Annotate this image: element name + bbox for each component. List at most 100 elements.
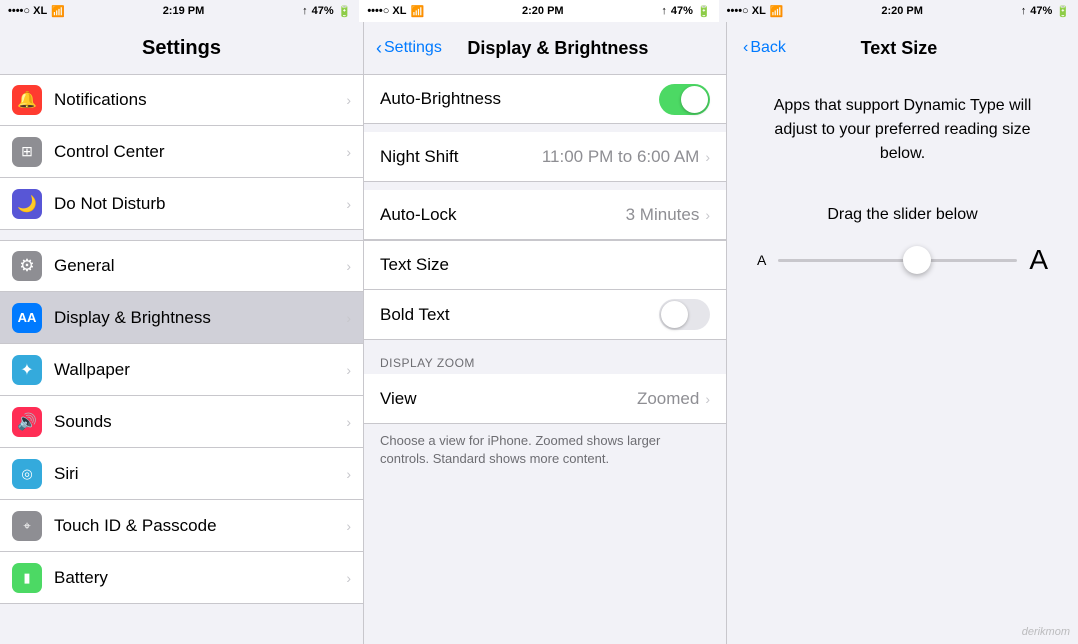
sidebar-item-battery[interactable]: ▮ Battery › bbox=[0, 552, 363, 604]
auto-lock-item[interactable]: Auto-Lock 3 Minutes › bbox=[364, 190, 726, 240]
wallpaper-icon: ✦ bbox=[12, 355, 42, 385]
settings-header: Settings bbox=[0, 22, 363, 74]
settings-group-2: ⚙ General › AA Display & Brightness › ✦ bbox=[0, 240, 363, 604]
display-zoom-section-header: DISPLAY ZOOM bbox=[364, 348, 726, 374]
do-not-disturb-label: Do Not Disturb bbox=[54, 194, 346, 214]
display-brightness-panel: ‹ Settings Display & Brightness Auto-Bri… bbox=[363, 22, 726, 644]
wifi-left: 📶 bbox=[51, 5, 65, 18]
sidebar-item-siri[interactable]: ◎ Siri › bbox=[0, 448, 363, 500]
sidebar-item-notifications[interactable]: 🔔 Notifications › bbox=[0, 74, 363, 126]
text-size-slider-thumb[interactable] bbox=[903, 246, 931, 274]
location-right: ↑ bbox=[1021, 5, 1027, 17]
battery-pct-left: 47% bbox=[312, 5, 334, 17]
battery-icon-middle: 🔋 bbox=[697, 5, 711, 18]
text-size-item[interactable]: Text Size bbox=[364, 240, 726, 290]
settings-title: Settings bbox=[142, 37, 221, 60]
wallpaper-chevron: › bbox=[346, 362, 351, 378]
battery-chevron: › bbox=[346, 570, 351, 586]
bold-text-label: Bold Text bbox=[380, 305, 659, 325]
battery-icon: ▮ bbox=[12, 563, 42, 593]
view-chevron: › bbox=[705, 391, 710, 407]
auto-brightness-item[interactable]: Auto-Brightness bbox=[364, 74, 726, 124]
text-size-slider-row: A A bbox=[757, 244, 1048, 276]
sounds-chevron: › bbox=[346, 414, 351, 430]
auto-lock-value: 3 Minutes bbox=[626, 205, 700, 225]
display-brightness-icon: AA bbox=[12, 303, 42, 333]
signal-middle: ••••○ XL bbox=[367, 5, 406, 17]
settings-panel: Settings 🔔 Notifications › ⊞ Control Cen… bbox=[0, 22, 363, 644]
wifi-middle: 📶 bbox=[411, 5, 425, 18]
display-brightness-chevron: › bbox=[346, 310, 351, 326]
auto-lock-chevron: › bbox=[705, 207, 710, 223]
text-size-slider-track[interactable] bbox=[778, 259, 1017, 262]
time-right: 2:20 PM bbox=[881, 5, 923, 17]
auto-brightness-thumb bbox=[681, 86, 708, 113]
do-not-disturb-chevron: › bbox=[346, 196, 351, 212]
bold-text-thumb bbox=[661, 301, 688, 328]
time-middle: 2:20 PM bbox=[522, 5, 564, 17]
general-icon: ⚙ bbox=[12, 251, 42, 281]
sidebar-item-touch-id[interactable]: ⌖ Touch ID & Passcode › bbox=[0, 500, 363, 552]
text-size-title: Text Size bbox=[861, 38, 938, 58]
text-size-header: ‹ Back Text Size bbox=[727, 22, 1078, 74]
display-brightness-header: ‹ Settings Display & Brightness bbox=[364, 22, 726, 74]
touch-id-chevron: › bbox=[346, 518, 351, 534]
view-item[interactable]: View Zoomed › bbox=[364, 374, 726, 424]
wallpaper-label: Wallpaper bbox=[54, 360, 346, 380]
back-to-display-button[interactable]: ‹ Back bbox=[743, 39, 786, 57]
auto-lock-label: Auto-Lock bbox=[380, 205, 626, 225]
sidebar-item-display-brightness[interactable]: AA Display & Brightness › bbox=[0, 292, 363, 344]
control-center-chevron: › bbox=[346, 144, 351, 160]
location-left: ↑ bbox=[302, 5, 308, 17]
night-shift-value: 11:00 PM to 6:00 AM bbox=[542, 147, 700, 167]
sidebar-item-wallpaper[interactable]: ✦ Wallpaper › bbox=[0, 344, 363, 396]
back-label: Back bbox=[750, 39, 786, 57]
siri-icon: ◎ bbox=[12, 459, 42, 489]
signal-right: ••••○ XL bbox=[727, 5, 766, 17]
sidebar-item-control-center[interactable]: ⊞ Control Center › bbox=[0, 126, 363, 178]
status-bar-middle: ••••○ XL 📶 2:20 PM ↑ 47% 🔋 bbox=[359, 0, 718, 22]
back-icon: ‹ bbox=[743, 39, 748, 57]
time-left: 2:19 PM bbox=[163, 5, 205, 17]
signal-left: ••••○ XL bbox=[8, 5, 47, 17]
back-chevron-icon: ‹ bbox=[376, 38, 382, 59]
view-label: View bbox=[380, 389, 637, 409]
battery-pct-right: 47% bbox=[1030, 5, 1052, 17]
battery-pct-middle: 47% bbox=[671, 5, 693, 17]
text-size-label: Text Size bbox=[380, 255, 710, 275]
status-bar-left: ••••○ XL 📶 2:19 PM ↑ 47% 🔋 bbox=[0, 0, 359, 22]
slider-large-a: A bbox=[1029, 244, 1048, 276]
sidebar-item-general[interactable]: ⚙ General › bbox=[0, 240, 363, 292]
display-brightness-title: Display & Brightness bbox=[442, 38, 674, 59]
general-label: General bbox=[54, 256, 346, 276]
night-shift-item[interactable]: Night Shift 11:00 PM to 6:00 AM › bbox=[364, 132, 726, 182]
settings-list: 🔔 Notifications › ⊞ Control Center › 🌙 D… bbox=[0, 74, 363, 644]
bold-text-toggle[interactable] bbox=[659, 299, 710, 330]
back-to-settings-button[interactable]: ‹ Settings bbox=[376, 38, 442, 59]
notifications-icon: 🔔 bbox=[12, 85, 42, 115]
battery-label: Battery bbox=[54, 568, 346, 588]
touch-id-label: Touch ID & Passcode bbox=[54, 516, 346, 536]
night-shift-chevron: › bbox=[705, 149, 710, 165]
sidebar-item-sounds[interactable]: 🔊 Sounds › bbox=[0, 396, 363, 448]
do-not-disturb-icon: 🌙 bbox=[12, 189, 42, 219]
auto-brightness-label: Auto-Brightness bbox=[380, 89, 659, 109]
control-center-icon: ⊞ bbox=[12, 137, 42, 167]
bold-text-item[interactable]: Bold Text bbox=[364, 290, 726, 340]
general-chevron: › bbox=[346, 258, 351, 274]
display-brightness-list: Auto-Brightness Night Shift 11:00 PM to … bbox=[364, 74, 726, 644]
text-size-description: Apps that support Dynamic Type will adju… bbox=[757, 94, 1048, 166]
sounds-icon: 🔊 bbox=[12, 407, 42, 437]
sidebar-item-do-not-disturb[interactable]: 🌙 Do Not Disturb › bbox=[0, 178, 363, 230]
battery-icon-right: 🔋 bbox=[1056, 5, 1070, 18]
text-size-content: Apps that support Dynamic Type will adju… bbox=[727, 74, 1078, 644]
notifications-chevron: › bbox=[346, 92, 351, 108]
control-center-label: Control Center bbox=[54, 142, 346, 162]
siri-chevron: › bbox=[346, 466, 351, 482]
wifi-right: 📶 bbox=[770, 5, 784, 18]
notifications-label: Notifications bbox=[54, 90, 346, 110]
auto-brightness-toggle[interactable] bbox=[659, 84, 710, 115]
view-value: Zoomed bbox=[637, 389, 699, 409]
night-shift-label: Night Shift bbox=[380, 147, 542, 167]
siri-label: Siri bbox=[54, 464, 346, 484]
